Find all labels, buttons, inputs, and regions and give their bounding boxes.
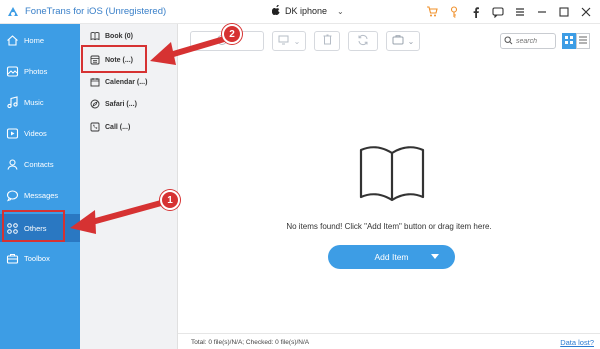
step-badge-2: 2 [222, 24, 242, 44]
sidebar-item-toolbox[interactable]: Toolbox [0, 244, 80, 272]
sidebar-item-home[interactable]: Home [0, 26, 80, 54]
search-icon [504, 36, 513, 47]
refresh-icon [357, 34, 369, 48]
status-bar: Total: 0 file(s)/N/A; Checked: 0 file(s)… [178, 333, 600, 349]
book-icon [90, 31, 100, 41]
messages-icon [5, 188, 19, 202]
facebook-icon[interactable] [468, 4, 484, 20]
toolkit-dropdown-button[interactable]: ⌄ [386, 31, 420, 51]
toolbox-icon [5, 251, 19, 265]
call-icon [90, 122, 100, 132]
category-label: Calendar (...) [105, 78, 148, 86]
list-icon [579, 36, 587, 46]
grid-view-button[interactable] [562, 33, 576, 49]
category-safari[interactable]: Safari (...) [86, 94, 174, 114]
chevron-down-icon: ⌄ [407, 36, 415, 46]
sidebar-item-label: Contacts [24, 159, 54, 169]
briefcase-icon [392, 34, 405, 48]
safari-icon [90, 99, 100, 109]
minimize-icon[interactable] [534, 4, 550, 20]
videos-icon [5, 126, 19, 140]
title-bar: FoneTrans for iOS (Unregistered) DK ipho… [0, 0, 600, 24]
step-badge-1: 1 [160, 190, 180, 210]
empty-message: No items found! Click "Add Item" button … [286, 222, 492, 231]
chat-icon[interactable] [490, 4, 506, 20]
sidebar-item-label: Videos [24, 128, 47, 138]
chevron-down-icon: ⌄ [293, 36, 301, 46]
add-item-label: Add Item [374, 252, 409, 262]
list-view-button[interactable] [576, 33, 590, 49]
device-selector[interactable]: DK iphone ⌄ [271, 4, 344, 17]
apple-icon [271, 4, 281, 17]
search-box[interactable] [500, 33, 556, 49]
grid-icon [565, 36, 573, 46]
sidebar-item-label: Messages [24, 190, 59, 200]
category-book[interactable]: Book (0) [86, 26, 174, 46]
photos-icon [5, 64, 19, 78]
delete-button[interactable] [314, 31, 340, 51]
category-label: Safari (...) [105, 100, 137, 108]
sidebar-item-music[interactable]: Music [0, 88, 80, 116]
key-icon[interactable] [446, 4, 462, 20]
highlight-box-others [2, 210, 65, 242]
sidebar-item-messages[interactable]: Messages [0, 181, 80, 209]
sidebar-item-contacts[interactable]: Contacts [0, 150, 80, 178]
cart-icon[interactable] [424, 4, 440, 20]
calendar-icon [90, 77, 100, 87]
home-icon [5, 33, 19, 47]
sidebar: Home Photos Music Videos Contacts Messag… [0, 24, 80, 349]
sidebar-item-photos[interactable]: Photos [0, 57, 80, 85]
empty-book-icon [357, 144, 427, 206]
close-icon[interactable] [578, 4, 594, 20]
refresh-button[interactable] [348, 31, 378, 51]
category-label: Book (0) [105, 32, 133, 40]
sidebar-item-label: Toolbox [24, 253, 50, 263]
music-icon [5, 95, 19, 109]
app-title: FoneTrans for iOS (Unregistered) [25, 6, 167, 17]
device-name: DK iphone [285, 6, 328, 16]
menu-icon[interactable] [512, 4, 528, 20]
sidebar-item-label: Music [24, 97, 44, 107]
search-input[interactable] [516, 37, 554, 45]
computer-export-icon [278, 34, 291, 48]
category-label: Call (...) [105, 123, 131, 131]
view-toggle [562, 33, 590, 49]
app-logo-icon [6, 5, 20, 19]
export-device-button[interactable]: ⌄ [272, 31, 306, 51]
contacts-icon [5, 157, 19, 171]
maximize-icon[interactable] [556, 4, 572, 20]
trash-icon [322, 34, 333, 48]
chevron-down-icon: ⌄ [337, 6, 344, 16]
status-summary: Total: 0 file(s)/N/A; Checked: 0 file(s)… [191, 339, 310, 346]
sidebar-item-videos[interactable]: Videos [0, 119, 80, 147]
add-item-button[interactable]: Add Item [328, 245, 455, 269]
caret-down-icon[interactable] [431, 254, 439, 259]
highlight-box-note [81, 45, 147, 73]
category-call[interactable]: Call (...) [86, 117, 174, 137]
sidebar-item-label: Home [24, 35, 45, 45]
category-calendar[interactable]: Calendar (...) [86, 72, 174, 92]
data-lost-link[interactable]: Data lost? [560, 338, 594, 347]
sidebar-item-label: Photos [24, 66, 48, 76]
